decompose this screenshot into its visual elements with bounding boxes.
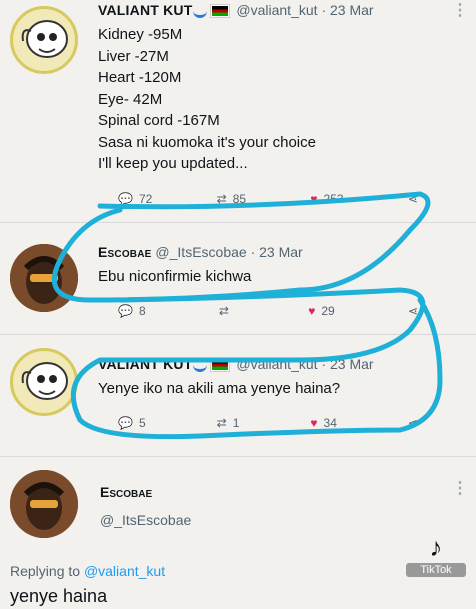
reply-button[interactable]: 💬 72 [118, 192, 152, 206]
tweet-date[interactable]: · 23 Mar [321, 2, 373, 18]
avatar[interactable] [10, 348, 78, 416]
user-handle[interactable]: @_ItsEscobae [155, 244, 246, 260]
tiktok-logo-icon: ♪ [429, 532, 443, 562]
tweet-date[interactable]: · 23 Mar [251, 244, 303, 260]
tweet-date[interactable]: · 23 Mar [321, 356, 373, 372]
tweet-header: Escobae @_ItsEscobae · 23 Mar [98, 244, 303, 260]
cartoon-avatar-image [21, 20, 68, 58]
body-line: Eye- 42M [98, 90, 163, 108]
share-icon: ⋖ [407, 416, 418, 430]
tweet-2[interactable]: Escobae @_ItsEscobae · 23 Mar Ebu niconf… [0, 222, 476, 334]
heart-icon: ♥ [310, 192, 318, 206]
reply-icon: 💬 [118, 416, 133, 430]
avatar[interactable] [10, 244, 78, 312]
retweet-icon: ⇄ [216, 416, 227, 430]
display-name[interactable]: VALIANT KUT [98, 356, 193, 372]
tweet-body: Ebu niconfirmie kichwa [98, 268, 252, 285]
profile-photo [10, 244, 78, 312]
retweet-icon: ⇄ [216, 192, 227, 206]
retweet-button[interactable]: ⇄ 1 [217, 416, 240, 430]
reply-text: yenye haina [10, 586, 108, 606]
share-button[interactable]: ⋖ [408, 192, 418, 206]
share-icon: ⋖ [407, 192, 418, 206]
reply-icon: 💬 [118, 304, 133, 318]
user-handle[interactable]: @valiant_kut [236, 2, 317, 18]
share-button[interactable]: ⋖ [408, 304, 418, 318]
emoji-icon [192, 359, 207, 372]
more-icon[interactable]: ⋮ [452, 478, 468, 498]
like-button[interactable]: ♥ 253 [310, 192, 343, 206]
user-handle[interactable]: @valiant_kut [236, 356, 317, 372]
emoji-icon [192, 5, 207, 18]
tweet-actions: 💬 5 ⇄ 1 ♥ 34 ⋖ [118, 416, 418, 430]
tweet-4[interactable]: Escobae @_ItsEscobae ⋮ [0, 456, 476, 556]
kenya-flag-icon [210, 359, 229, 372]
like-button[interactable]: ♥ 34 [310, 416, 336, 430]
tweet-1[interactable]: VALIANT KUT @valiant_kut · 23 Mar ⋮ Kidn… [0, 0, 476, 222]
body-line: Kidney -95M [98, 26, 183, 43]
retweet-button[interactable]: ⇄ [219, 304, 235, 318]
retweet-button[interactable]: ⇄ 85 [217, 192, 246, 206]
profile-photo [10, 470, 78, 538]
body-line: Spinal cord -167M [98, 112, 220, 129]
share-button[interactable]: ⋖ [408, 416, 418, 430]
avatar[interactable] [10, 6, 78, 74]
heart-icon: ♥ [310, 416, 318, 430]
retweet-icon: ⇄ [218, 304, 229, 318]
reply-button[interactable]: 💬 5 [118, 416, 146, 430]
reply-button[interactable]: 💬 8 [118, 304, 146, 318]
body-line: Liver -27M [98, 47, 169, 65]
body-line: Heart -120M [98, 69, 182, 86]
tweet-header: VALIANT KUT @valiant_kut · 23 Mar [98, 2, 374, 18]
more-icon[interactable]: ⋮ [452, 0, 468, 20]
user-handle[interactable]: @_ItsEscobae [100, 512, 191, 528]
body-line: Sasa ni kuomoka it's your choice [98, 133, 316, 151]
tweet-header: VALIANT KUT @valiant_kut · 23 Mar [98, 356, 374, 372]
tiktok-watermark: ♪ TikTok [406, 532, 466, 577]
replying-to: Replying to @valiant_kut [10, 563, 166, 579]
kenya-flag-icon [210, 5, 229, 18]
tweet-actions: 💬 72 ⇄ 85 ♥ 253 ⋖ [118, 192, 418, 206]
cartoon-avatar-image [21, 362, 68, 400]
display-name[interactable]: VALIANT KUT [98, 2, 193, 18]
reply-icon: 💬 [118, 192, 133, 206]
mention-link[interactable]: @valiant_kut [84, 563, 165, 579]
tweet-3[interactable]: VALIANT KUT @valiant_kut · 23 Mar Yenye … [0, 334, 476, 454]
tweet-body: Yenye iko na akili ama yenye haina? [98, 380, 341, 397]
heart-icon: ♥ [308, 304, 316, 318]
body-line: I'll keep you updated... [98, 155, 248, 172]
display-name[interactable]: Escobae [98, 244, 152, 260]
tweet-actions: 💬 8 ⇄ ♥ 29 ⋖ [118, 304, 418, 318]
tweet-body: Kidney -95M Liver -27M Heart -120M Eye- … [98, 24, 316, 175]
display-name[interactable]: Escobae [100, 484, 152, 500]
avatar[interactable] [10, 470, 78, 538]
like-button[interactable]: ♥ 29 [308, 304, 334, 318]
share-icon: ⋖ [407, 304, 418, 318]
